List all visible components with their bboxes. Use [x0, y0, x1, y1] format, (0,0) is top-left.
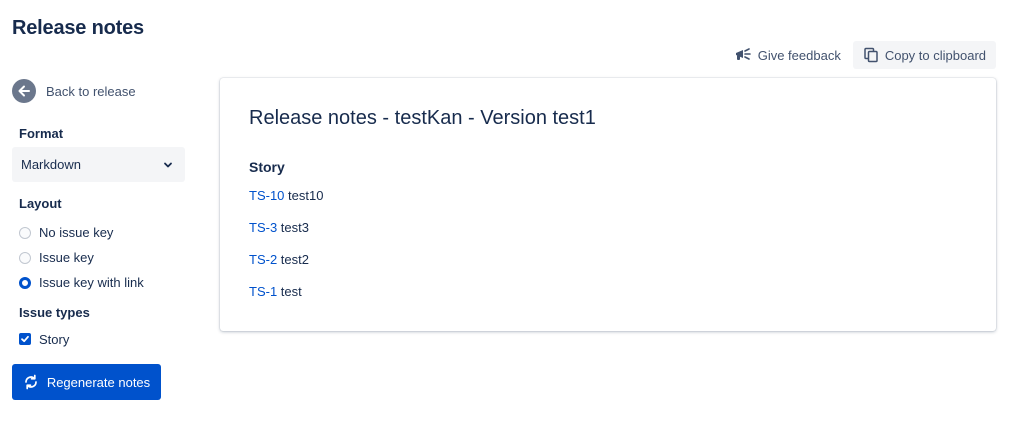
issue-list: TS-10 test10 TS-3 test3 TS-2 test2 TS-1 … — [249, 188, 323, 316]
checkbox-label: Story — [39, 331, 70, 347]
megaphone-icon — [734, 47, 752, 63]
sidebar: Back to release Format Markdown Layout N… — [12, 78, 187, 347]
radio-issue-key-with-link[interactable]: Issue key with link — [19, 270, 144, 295]
radio-no-issue-key[interactable]: No issue key — [19, 220, 144, 245]
copy-to-clipboard-label: Copy to clipboard — [884, 47, 986, 63]
release-notes-title: Release notes - testKan - Version test1 — [249, 107, 596, 129]
regenerate-notes-button[interactable]: Regenerate notes — [12, 364, 161, 400]
layout-radio-group: No issue key Issue key Issue key with li… — [19, 220, 144, 295]
chevron-down-icon — [163, 160, 173, 170]
issue-key-link[interactable]: TS-2 — [249, 252, 277, 267]
radio-label: Issue key — [39, 250, 94, 265]
radio-label: Issue key with link — [39, 275, 144, 290]
issue-summary: test10 — [288, 188, 324, 203]
issue-key-link[interactable]: TS-10 — [249, 188, 284, 203]
issue-types-label: Issue types — [19, 305, 90, 320]
refresh-icon — [23, 374, 39, 390]
list-item: TS-2 test2 — [249, 252, 323, 284]
list-item: TS-1 test — [249, 284, 323, 316]
format-label: Format — [19, 126, 64, 141]
back-to-release-label: Back to release — [46, 83, 136, 99]
list-item: TS-3 test3 — [249, 220, 323, 252]
layout-label: Layout — [19, 196, 62, 211]
arrow-left-icon — [12, 79, 36, 103]
radio-button[interactable] — [19, 226, 31, 239]
copy-to-clipboard-button[interactable]: Copy to clipboard — [852, 41, 996, 69]
issue-group-heading: Story — [249, 159, 285, 175]
issue-key-link[interactable]: TS-3 — [249, 220, 277, 235]
copy-icon — [863, 47, 879, 63]
issue-key-link[interactable]: TS-1 — [249, 284, 277, 299]
format-select[interactable]: Markdown — [12, 147, 185, 182]
radio-label: No issue key — [39, 225, 114, 240]
release-notes-preview: Release notes - testKan - Version test1 … — [220, 78, 996, 331]
issue-summary: test — [280, 284, 302, 299]
checkbox-checked[interactable] — [19, 333, 31, 345]
regenerate-notes-label: Regenerate notes — [46, 374, 151, 390]
radio-issue-key[interactable]: Issue key — [19, 245, 144, 270]
issue-summary: test3 — [280, 220, 309, 235]
give-feedback-label: Give feedback — [757, 47, 841, 63]
page-title: Release notes — [12, 17, 144, 39]
checkbox-story[interactable]: Story — [19, 329, 69, 349]
give-feedback-button[interactable]: Give feedback — [732, 41, 843, 69]
list-item: TS-10 test10 — [249, 188, 323, 220]
radio-button-checked[interactable] — [19, 276, 31, 289]
format-selected-value: Markdown — [21, 157, 81, 172]
top-actions: Give feedback Copy to clipboard — [732, 41, 996, 69]
issue-summary: test2 — [280, 252, 309, 267]
radio-button[interactable] — [19, 251, 31, 264]
back-to-release-link[interactable]: Back to release — [12, 78, 187, 104]
